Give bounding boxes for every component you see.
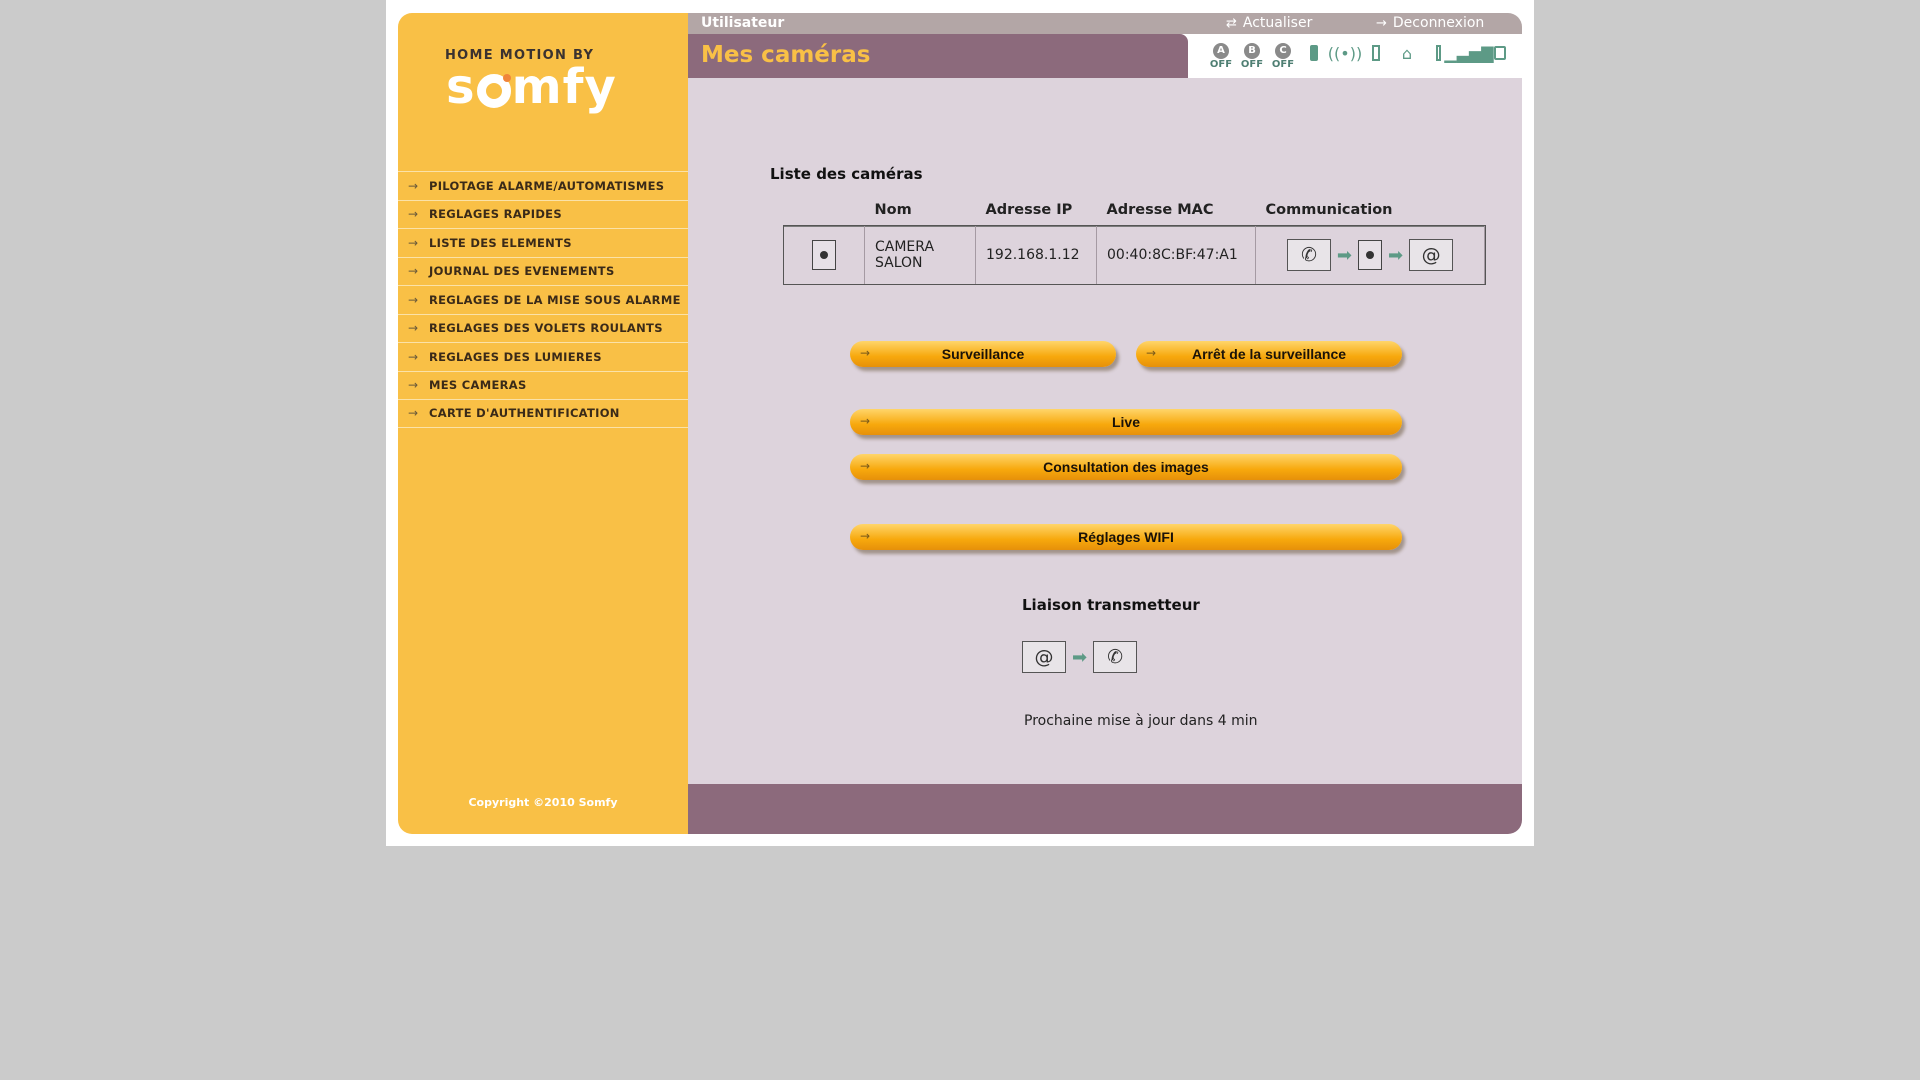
zone-b-status: B OFF <box>1240 43 1264 70</box>
refresh-label: Actualiser <box>1242 15 1313 31</box>
page-frame: HOME MOTION BY s mfy → PILOTAGE ALARME/AUT… <box>386 0 1534 846</box>
nav-label: REGLAGES DE LA MISE SOUS ALARME <box>429 292 681 307</box>
arrow-right-icon: → <box>1376 15 1387 31</box>
arrow-right-icon: → <box>408 264 419 279</box>
nav-item-liste-elements[interactable]: → LISTE DES ELEMENTS <box>398 228 688 257</box>
image-gallery-button[interactable]: → Consultation des images <box>850 454 1402 480</box>
camera-ip-cell: 192.168.1.12 <box>975 225 1097 285</box>
nav-item-cameras[interactable]: → MES CAMERAS <box>398 370 688 400</box>
status-icons: A OFF B OFF C OFF ((•)) ⌂ ▁▃▅▇ <box>1208 38 1513 71</box>
nav-item-journal[interactable]: → JOURNAL DES EVENEMENTS <box>398 256 688 286</box>
table-row[interactable]: CAMERA SALON 192.168.1.12 00:40:8C:BF:47:… <box>782 225 1486 285</box>
main-content: Liste des caméras Nom Adresse IP Adresse… <box>688 78 1522 784</box>
surveillance-button[interactable]: → Surveillance <box>850 341 1116 367</box>
col-header-mac: Adresse MAC <box>1106 201 1214 218</box>
top-bar: Utilisateur ⇄ Actualiser → Deconnexion <box>688 13 1522 34</box>
radio-signal-icon: ((•)) <box>1327 43 1363 63</box>
communication-cell: ✆ ➡ ➡ @ <box>1255 225 1485 285</box>
sidebar-nav: → PILOTAGE ALARME/AUTOMATISMES → REGLAGES … <box>398 171 688 428</box>
arrow-right-icon: ➡ <box>1336 244 1352 266</box>
zone-a-status: A OFF <box>1209 43 1233 70</box>
phone-icon: ✆ <box>1286 239 1331 271</box>
nav-label: JOURNAL DES EVENEMENTS <box>429 264 615 279</box>
nav-item-volets[interactable]: → REGLAGES DES VOLETS ROULANTS <box>398 313 688 343</box>
arrow-right-icon: → <box>408 406 419 421</box>
home-ok-icon: ⌂ <box>1401 43 1413 63</box>
title-bar: Mes caméras A OFF B OFF C OFF ((•)) ⌂ ▁▃▅▇ <box>688 34 1522 78</box>
battery-icon <box>1301 38 1327 68</box>
sidebar: HOME MOTION BY s mfy → PILOTAGE ALARME/AUT… <box>398 13 688 834</box>
sim-card-icon <box>1487 38 1513 68</box>
arrow-right-icon: → <box>408 207 419 222</box>
arrow-right-icon: → <box>408 178 419 193</box>
nav-label: REGLAGES DES LUMIERES <box>429 349 602 364</box>
next-update-text: Prochaine mise à jour dans 4 min <box>1024 713 1258 729</box>
user-label: Utilisateur <box>701 15 785 31</box>
arrow-right-icon: → <box>408 349 419 364</box>
somfy-logo: s mfy <box>446 59 617 115</box>
nav-label: LISTE DES ELEMENTS <box>429 235 572 250</box>
wifi-settings-button[interactable]: → Réglages WIFI <box>850 524 1402 550</box>
nav-item-reglages-rapides[interactable]: → REGLAGES RAPIDES <box>398 199 688 229</box>
arrow-right-icon: → <box>408 292 419 307</box>
camera-icon <box>1358 240 1382 270</box>
copyright: Copyright ©2010 Somfy <box>468 796 618 809</box>
nav-label: REGLAGES DES VOLETS ROULANTS <box>429 321 663 336</box>
arrow-right-icon: → <box>408 378 419 393</box>
transmitter-link: @ ➡ ✆ <box>1022 641 1138 673</box>
live-button[interactable]: → Live <box>850 409 1402 435</box>
refresh-icon: ⇄ <box>1226 15 1237 31</box>
email-icon: @ <box>1409 239 1454 271</box>
refresh-link[interactable]: ⇄ Actualiser <box>1226 15 1312 31</box>
nav-item-pilotage[interactable]: → PILOTAGE ALARME/AUTOMATISMES <box>398 171 688 200</box>
arrow-right-icon: → <box>408 321 419 336</box>
phone-icon: ✆ <box>1093 641 1138 673</box>
stop-surveillance-button[interactable]: → Arrêt de la surveillance <box>1136 341 1402 367</box>
nav-item-carte-auth[interactable]: → CARTE D'AUTHENTIFICATION <box>398 399 688 428</box>
nav-label: REGLAGES RAPIDES <box>429 207 562 222</box>
title-tab: Mes caméras <box>688 34 1188 78</box>
footer-bar <box>688 784 1522 834</box>
camera-list-title: Liste des caméras <box>770 165 923 183</box>
nav-label: MES CAMERAS <box>429 378 527 393</box>
arrow-right-icon: ➡ <box>1388 244 1404 266</box>
col-header-name: Nom <box>874 201 912 218</box>
camera-mac-cell: 00:40:8C:BF:47:A1 <box>1096 225 1256 285</box>
zone-c-status: C OFF <box>1271 43 1295 70</box>
arrow-right-icon: → <box>408 235 419 250</box>
camera-name-cell: CAMERA SALON <box>864 225 976 285</box>
camera-icon <box>812 240 836 270</box>
camera-table: Nom Adresse IP Adresse MAC Communication… <box>782 194 1486 285</box>
logout-label: Deconnexion <box>1392 15 1485 31</box>
arrow-right-icon: ➡ <box>1072 646 1088 668</box>
email-icon: @ <box>1022 641 1066 673</box>
nav-label: CARTE D'AUTHENTIFICATION <box>429 406 620 421</box>
nav-label: PILOTAGE ALARME/AUTOMATISMES <box>429 178 665 193</box>
camera-cell <box>783 225 865 285</box>
door-icon <box>1363 38 1389 68</box>
transmitter-title: Liaison transmetteur <box>1022 596 1200 614</box>
logout-link[interactable]: → Deconnexion <box>1376 15 1484 31</box>
page-title: Mes caméras <box>701 42 871 68</box>
col-header-ip: Adresse IP <box>985 201 1073 218</box>
app-panel: HOME MOTION BY s mfy → PILOTAGE ALARME/AUT… <box>398 13 1522 834</box>
nav-item-mise-sous-alarme[interactable]: → REGLAGES DE LA MISE SOUS ALARME <box>398 285 688 314</box>
gsm-signal-icon: ▁▃▅▇ <box>1444 43 1494 63</box>
col-header-comm: Communication <box>1265 201 1393 218</box>
nav-item-lumieres[interactable]: → REGLAGES DES LUMIERES <box>398 342 688 371</box>
